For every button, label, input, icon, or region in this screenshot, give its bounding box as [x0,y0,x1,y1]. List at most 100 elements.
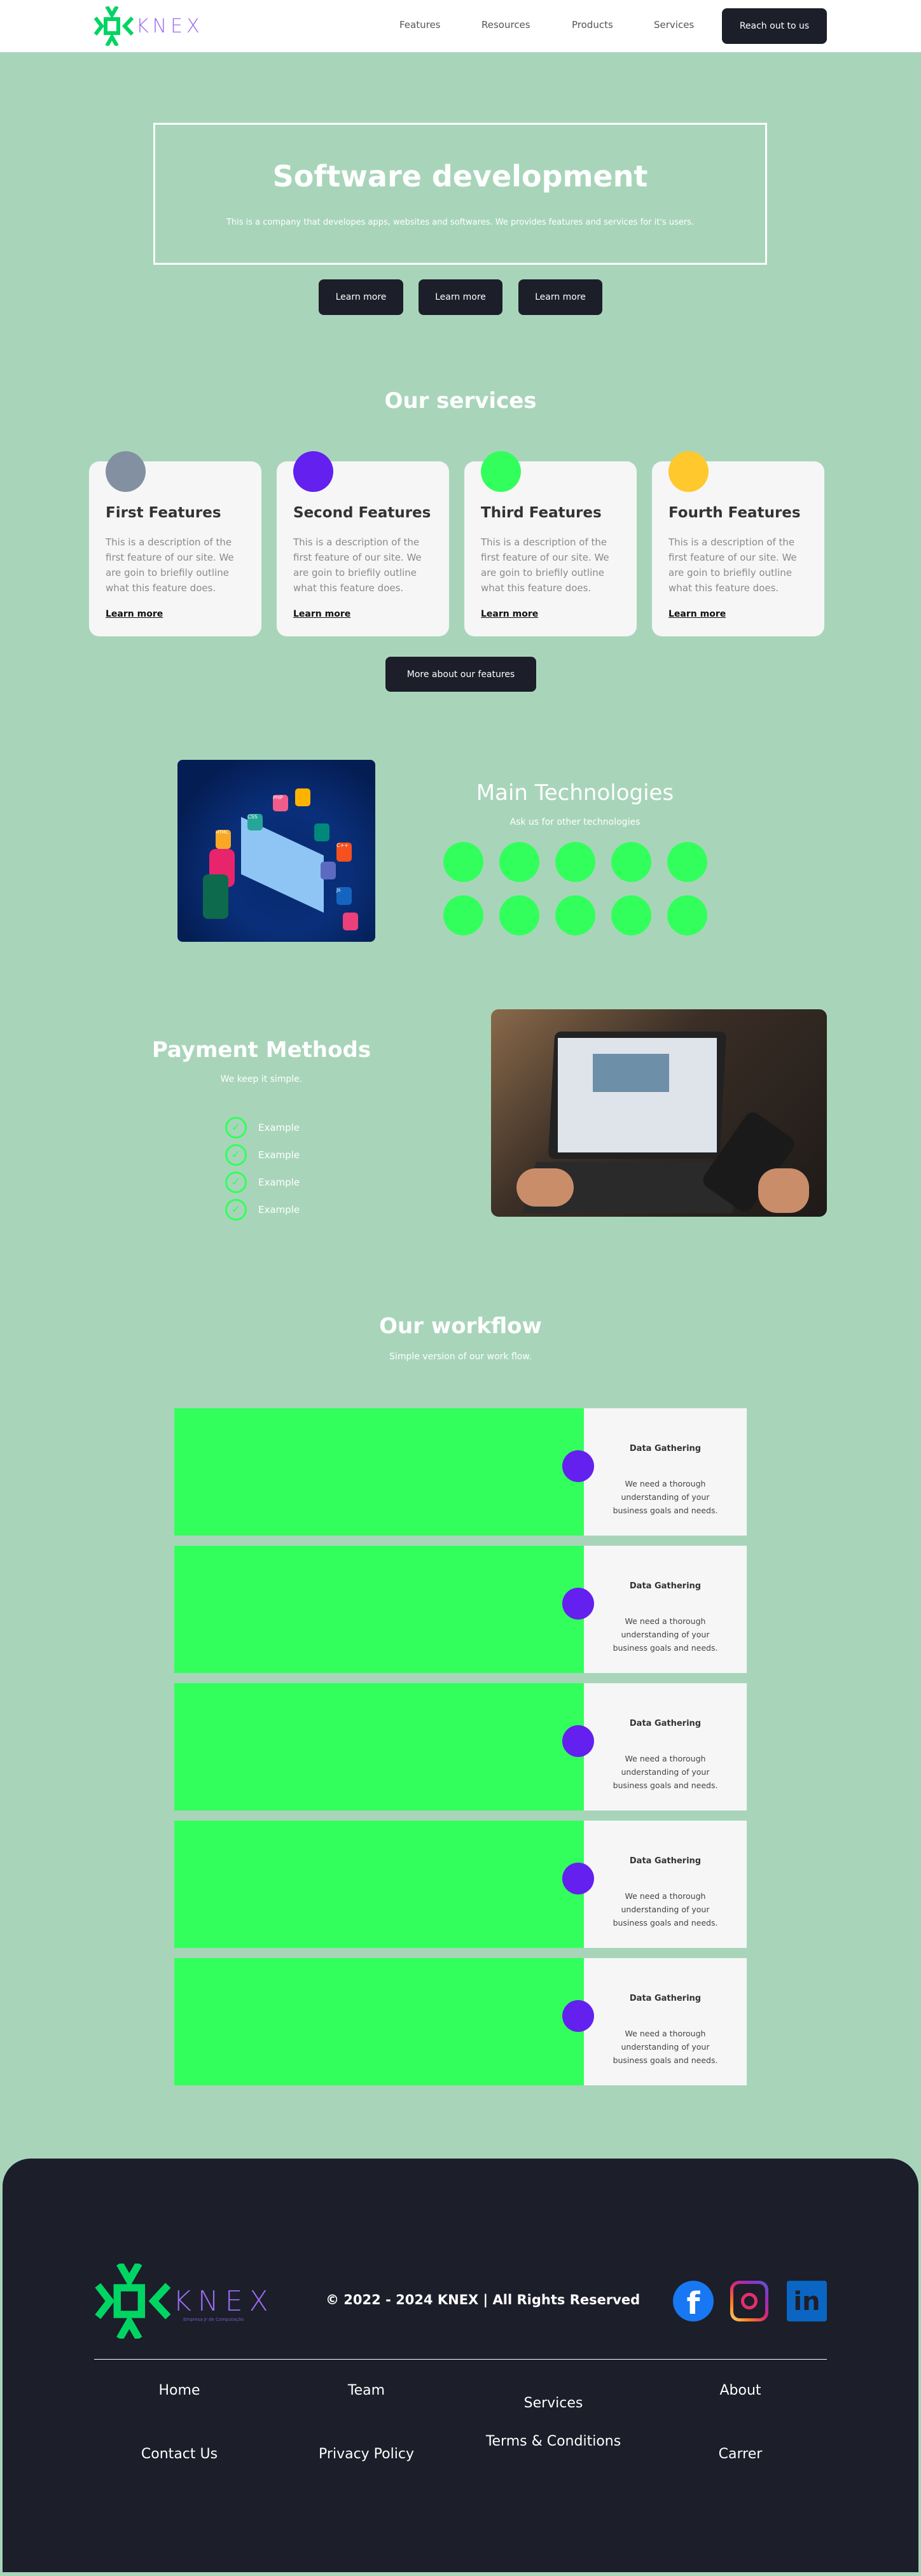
workflow-step: Data Gathering We need a thorough underst… [174,1821,747,1948]
logo-mark-icon [94,6,134,46]
payment-title: Payment Methods [151,1037,371,1063]
feature-card: Second Features This is a description of… [277,451,449,636]
tech-logo [555,895,595,935]
feature-desc: This is a description of the first featu… [481,536,609,594]
footer-link-home[interactable]: Home [84,2383,275,2398]
tech-logo [611,842,651,882]
step-marker [562,1725,594,1757]
hero-learn-more-button-3[interactable]: Learn more [518,279,602,315]
tech-title: Main Technologies [476,780,674,806]
payment-item: ✓ Example [225,1114,300,1141]
step-title: Data Gathering [629,1994,702,2003]
workflow-image [174,1821,584,1948]
hero-title: Software development [272,159,648,193]
workflow-step: Data Gathering We need a thorough underst… [174,1408,747,1536]
hero-learn-more-button-2[interactable]: Learn more [419,279,502,315]
workflow-step: Data Gathering We need a thorough underst… [174,1683,747,1810]
tech-logo [499,842,539,882]
workflow-image [174,1546,584,1673]
feature-desc: This is a description of the first featu… [293,536,422,594]
footer: KNEX Empresa Jr de Computação © 2022 - 2… [3,2159,918,2572]
developer-illustration: PHP CSS HTML C++ Js [177,760,375,942]
tech-logo [443,895,483,935]
workflow-image [174,1408,584,1536]
workflow-title: Our workflow [379,1313,542,1339]
nav-link-features[interactable]: Features [399,19,441,31]
workflow-step: Data Gathering We need a thorough underst… [174,1958,747,2085]
footer-link-privacy[interactable]: Privacy Policy [271,2446,462,2462]
payment-item: ✓ Example [225,1168,300,1196]
step-title: Data Gathering [629,1719,702,1728]
footer-link-about[interactable]: About [645,2383,836,2398]
footer-link-services[interactable]: Services [458,2395,649,2411]
feature-icon [106,451,146,492]
check-circle-icon: ✓ [225,1198,247,1221]
feature-title: Second Features [293,505,431,521]
step-marker [562,1863,594,1894]
nav-link-resources[interactable]: Resources [481,19,530,31]
tech-logo [555,842,595,882]
feature-learn-more-link[interactable]: Learn more [293,609,350,619]
footer-link-team[interactable]: Team [271,2383,462,2398]
step-marker [562,1588,594,1620]
step-desc: We need a thorough understanding of your… [613,1479,718,1515]
payment-item: ✓ Example [225,1141,300,1168]
feature-icon [668,451,709,492]
feature-desc: This is a description of the first featu… [668,536,797,594]
payment-list: ✓ Example ✓ Example ✓ Example ✓ Example [225,1114,300,1223]
logo-text: KNEX [136,15,204,38]
tech-logo [499,895,539,935]
instagram-icon[interactable] [730,2281,768,2321]
footer-logo-tagline: Empresa Jr de Computação [183,2317,244,2322]
feature-learn-more-link[interactable]: Learn more [668,609,726,619]
linkedin-icon[interactable]: in [787,2281,827,2321]
step-title: Data Gathering [629,1856,702,1866]
workflow-image [174,1958,584,2085]
footer-link-career[interactable]: Carrer [645,2446,836,2462]
services-title: Our services [384,388,537,414]
footer-link-contact[interactable]: Contact Us [84,2446,275,2462]
payment-subtitle: We keep it simple. [220,1074,303,1084]
check-circle-icon: ✓ [225,1144,247,1166]
step-title: Data Gathering [629,1581,702,1591]
nav-link-services[interactable]: Services [654,19,694,31]
step-desc: We need a thorough understanding of your… [613,1754,718,1790]
tech-logo [443,842,483,882]
payment-item: ✓ Example [225,1196,300,1223]
footer-link-terms[interactable]: Terms & Conditions [458,2433,649,2449]
feature-title: Fourth Features [668,505,801,521]
footer-divider [94,2359,827,2360]
feature-icon [481,451,521,492]
feature-card: Third Features This is a description of … [464,451,637,636]
step-title: Data Gathering [629,1444,702,1453]
feature-card: First Features This is a description of … [89,451,261,636]
feature-title: Third Features [481,505,602,521]
hero-box: Software development This is a company t… [153,123,767,265]
tech-logo-grid [443,842,707,935]
logo[interactable]: KNEX [94,6,200,46]
top-navbar: KNEX Features Resources Products Service… [0,0,921,52]
tech-logo [667,842,707,882]
nav-link-products[interactable]: Products [572,19,613,31]
step-desc: We need a thorough understanding of your… [613,2029,718,2065]
check-circle-icon: ✓ [225,1116,247,1138]
feature-card: Fourth Features This is a description of… [652,451,824,636]
facebook-icon[interactable]: f [673,2281,714,2321]
tech-subtitle: Ask us for other technologies [509,817,641,827]
step-desc: We need a thorough understanding of your… [613,1616,718,1653]
step-marker [562,1450,594,1482]
step-marker [562,2000,594,2032]
feature-learn-more-link[interactable]: Learn more [106,609,163,619]
reach-out-button[interactable]: Reach out to us [722,8,827,44]
hero-learn-more-button-1[interactable]: Learn more [319,279,403,315]
feature-desc: This is a description of the first featu… [106,536,234,594]
logo-mark-icon [95,2264,171,2339]
footer-logo-text: KNEX [173,2285,275,2318]
laptop-photo [491,1009,827,1217]
footer-logo[interactable]: KNEX Empresa Jr de Computação [94,2264,272,2339]
feature-title: First Features [106,505,221,521]
feature-learn-more-link[interactable]: Learn more [481,609,538,619]
tech-logo [667,895,707,935]
hero-subtitle: This is a company that developes apps, w… [226,218,695,227]
more-features-button[interactable]: More about our features [385,657,536,692]
